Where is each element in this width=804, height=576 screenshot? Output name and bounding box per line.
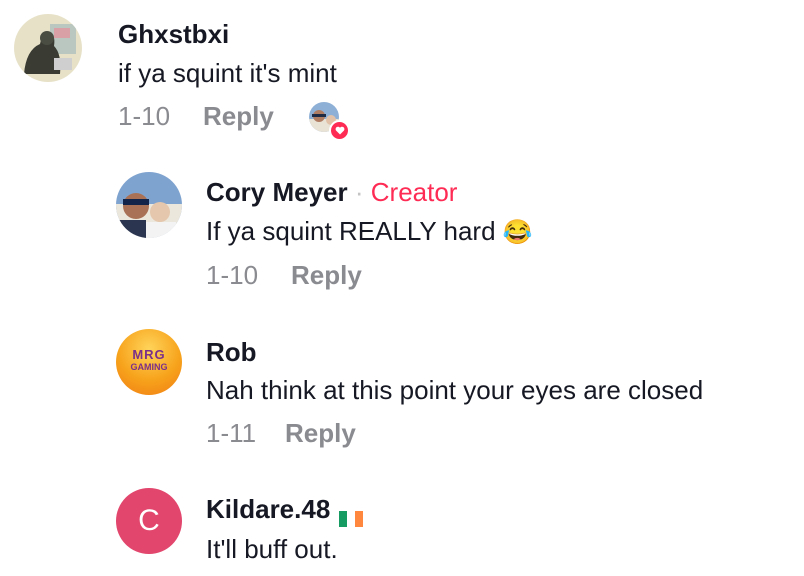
avatar[interactable]: [116, 172, 182, 238]
comment-text: Nah think at this point your eyes are cl…: [206, 375, 704, 405]
badge-separator: ·: [354, 177, 364, 207]
comment-author[interactable]: Ghxstbxi: [118, 19, 229, 50]
avatar-letter: C: [138, 504, 160, 537]
creator-badge: Creator: [370, 177, 458, 207]
comment-author[interactable]: Cory Meyer: [206, 177, 348, 207]
avatar-image: [116, 172, 182, 238]
comment-date: 1-11: [206, 418, 257, 448]
comment-author-line: Cory Meyer · Creator: [206, 177, 457, 208]
avatar-logo-line: MRG: [132, 347, 166, 362]
comment-text: If ya squint REALLY hard: [206, 216, 496, 246]
laughing-emoji-icon: 😂: [502, 219, 533, 246]
comment-text-line: If ya squint REALLY hard 😂: [206, 216, 533, 247]
reply-button[interactable]: Reply: [285, 418, 356, 449]
avatar[interactable]: C: [116, 488, 182, 554]
avatar[interactable]: MRG GAMING: [116, 329, 182, 395]
comment-text: if ya squint it's mint: [118, 58, 337, 88]
creator-liked-avatar: [308, 101, 350, 141]
comment-author[interactable]: Kildare.48: [206, 494, 330, 524]
heart-icon: [329, 120, 350, 141]
comment-date: 1-10: [118, 101, 171, 131]
comment-author[interactable]: Rob: [206, 337, 257, 368]
reply-button[interactable]: Reply: [291, 260, 362, 291]
avatar[interactable]: [14, 14, 82, 82]
comment-author-line: Kildare.48: [206, 494, 363, 528]
avatar-logo-line: GAMING: [130, 362, 168, 372]
ireland-flag-icon: [338, 503, 363, 528]
avatar-image: [14, 14, 82, 82]
avatar-logo-text: MRG GAMING: [116, 347, 182, 373]
comment-text: It'll buff out.: [206, 534, 338, 564]
comment-date: 1-10: [206, 260, 259, 290]
reply-button[interactable]: Reply: [203, 101, 274, 132]
